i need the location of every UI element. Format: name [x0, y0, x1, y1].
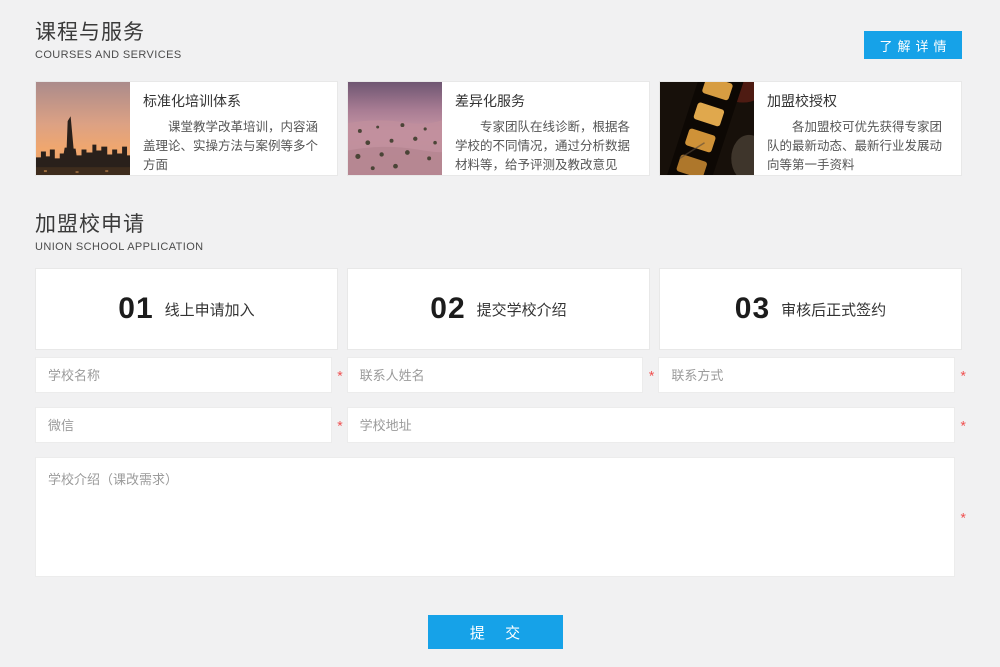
card-title: 加盟校授权 [767, 91, 951, 111]
desert-dusk-photo [348, 82, 442, 175]
step-number: 03 [735, 292, 770, 326]
form-row-1: * * * [35, 357, 955, 393]
required-asterisk: * [649, 369, 654, 383]
wechat-input[interactable] [35, 407, 332, 443]
submit-button[interactable]: 提 交 [428, 615, 563, 649]
application-section-subtitle: UNION SCHOOL APPLICATION [35, 240, 962, 254]
courses-section-title: 课程与服务 [35, 20, 182, 45]
service-card-authorization: 加盟校授权 各加盟校可优先获得专家团队的最新动态、最新行业发展动向等第一手资料 [659, 81, 962, 176]
field-wechat: * [35, 407, 332, 443]
field-contact-name: * [347, 357, 644, 393]
service-card-differentiated: 差异化服务 专家团队在线诊断，根据各学校的不同情况，通过分析数据材料等，给予评测… [347, 81, 650, 176]
card-description: 课堂教学改革培训，内容涵盖理论、实操方法与案例等多个方面 [143, 118, 327, 174]
courses-section-header: 课程与服务 COURSES AND SERVICES 了解详情 [35, 20, 962, 62]
step-card-3: 03 审核后正式签约 [659, 268, 962, 350]
step-label: 提交学校介绍 [477, 299, 567, 320]
required-asterisk: * [337, 369, 342, 383]
field-contact-phone: * [658, 357, 955, 393]
learn-more-button[interactable]: 了解详情 [864, 31, 962, 59]
field-school-address: * [347, 407, 955, 443]
school-address-input[interactable] [347, 407, 955, 443]
contact-phone-input[interactable] [658, 357, 955, 393]
application-form: * * * * * [35, 357, 955, 649]
card-description: 各加盟校可优先获得专家团队的最新动态、最新行业发展动向等第一手资料 [767, 118, 951, 174]
courses-title-block: 课程与服务 COURSES AND SERVICES [35, 20, 182, 62]
application-section: 加盟校申请 UNION SCHOOL APPLICATION 01 线上申请加入… [35, 212, 962, 649]
step-card-1: 01 线上申请加入 [35, 268, 338, 350]
step-number: 01 [118, 292, 153, 326]
film-strip-photo [660, 82, 754, 175]
step-label: 审核后正式签约 [781, 299, 886, 320]
field-school-name: * [35, 357, 332, 393]
card-description: 专家团队在线诊断，根据各学校的不同情况，通过分析数据材料等，给予评测及教改意见 [455, 118, 639, 174]
contact-name-input[interactable] [347, 357, 644, 393]
service-card-training: 标准化培训体系 课堂教学改革培训，内容涵盖理论、实操方法与案例等多个方面 [35, 81, 338, 176]
step-number: 02 [430, 292, 465, 326]
card-body: 标准化培训体系 课堂教学改革培训，内容涵盖理论、实操方法与案例等多个方面 [130, 82, 337, 175]
form-row-2: * * [35, 407, 955, 443]
application-section-title: 加盟校申请 [35, 212, 962, 237]
submit-area: 提 交 [35, 615, 955, 649]
school-intro-textarea[interactable] [35, 457, 955, 577]
required-asterisk: * [337, 419, 342, 433]
courses-section-subtitle: COURSES AND SERVICES [35, 48, 182, 62]
service-cards-row: 标准化培训体系 课堂教学改革培训，内容涵盖理论、实操方法与案例等多个方面 [35, 81, 962, 176]
card-body: 加盟校授权 各加盟校可优先获得专家团队的最新动态、最新行业发展动向等第一手资料 [754, 82, 961, 175]
school-name-input[interactable] [35, 357, 332, 393]
step-card-2: 02 提交学校介绍 [347, 268, 650, 350]
card-body: 差异化服务 专家团队在线诊断，根据各学校的不同情况，通过分析数据材料等，给予评测… [442, 82, 649, 175]
card-title: 差异化服务 [455, 91, 639, 111]
required-asterisk: * [961, 419, 966, 433]
city-sunset-photo [36, 82, 130, 175]
card-title: 标准化培训体系 [143, 91, 327, 111]
required-asterisk: * [961, 369, 966, 383]
step-label: 线上申请加入 [165, 299, 255, 320]
application-steps-row: 01 线上申请加入 02 提交学校介绍 03 审核后正式签约 [35, 268, 962, 350]
field-school-intro: * [35, 457, 955, 577]
required-asterisk: * [961, 511, 966, 525]
page: 课程与服务 COURSES AND SERVICES 了解详情 [0, 0, 1000, 649]
